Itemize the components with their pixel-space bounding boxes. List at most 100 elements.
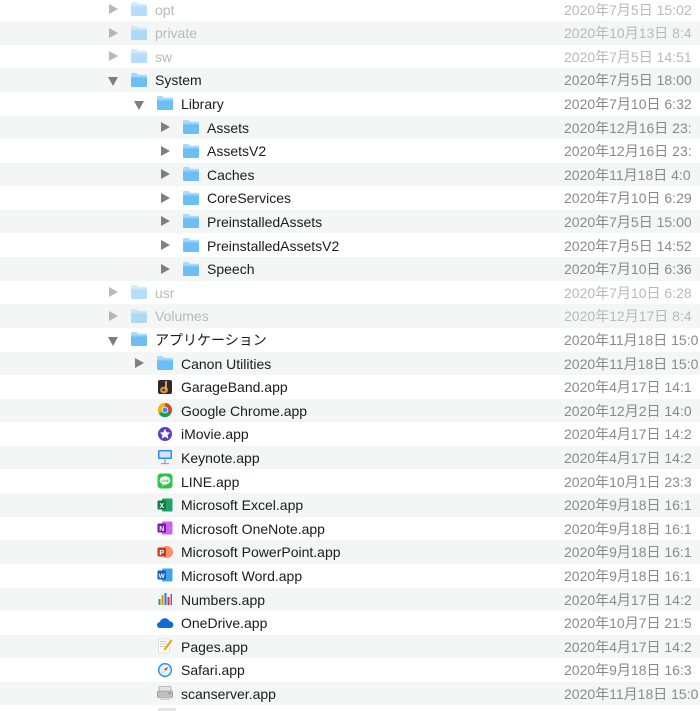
- modified-date: 2020年12月17日 8:4: [564, 308, 692, 325]
- folder-icon: [182, 143, 200, 159]
- file-row[interactable]: Keynote.app 2020年4月17日 14:2: [0, 445, 700, 470]
- folder-icon: [182, 119, 200, 135]
- file-row[interactable]: CoreServices 2020年7月10日 6:29: [0, 186, 700, 210]
- modified-date: 2020年7月10日 6:29: [564, 190, 692, 207]
- disclosure-triangle-closed-icon[interactable]: [109, 27, 118, 38]
- modified-date: 2020年11月18日 15:0: [564, 685, 699, 702]
- file-row[interactable]: Caches 2020年11月18日 4:0: [0, 162, 700, 187]
- modified-date: 2020年10月1日 23:3: [564, 473, 692, 490]
- file-row[interactable]: Assets 2020年12月16日 23:: [0, 115, 700, 140]
- file-row[interactable]: Library 2020年7月10日 6:32: [0, 92, 700, 116]
- file-row[interactable]: private 2020年10月13日 8:4: [0, 21, 700, 45]
- file-name: Assets: [207, 119, 250, 136]
- modified-date: 2020年9月18日 16:1: [564, 544, 692, 561]
- file-name: アプリケーション: [155, 331, 267, 348]
- modified-date: 2020年7月5日 18:00: [564, 72, 692, 89]
- modified-date: 2020年7月5日 15:00: [564, 213, 692, 230]
- file-name: private: [155, 25, 198, 42]
- disclosure-triangle-closed-icon[interactable]: [109, 51, 118, 62]
- file-row[interactable]: Numbers.app 2020年4月17日 14:2: [0, 587, 700, 612]
- file-name: Caches: [207, 166, 255, 183]
- word-icon: W: [156, 567, 174, 583]
- modified-date: 2020年7月5日 14:52: [564, 237, 692, 254]
- file-name: usr: [155, 284, 175, 301]
- file-name: Volumes: [155, 308, 209, 325]
- file-row[interactable]: usr 2020年7月10日 6:28: [0, 281, 700, 305]
- modified-date: 2020年4月17日 14:2: [564, 591, 692, 608]
- disclosure-triangle-closed-icon[interactable]: [161, 216, 170, 227]
- file-row[interactable]: PreinstalledAssetsV2 2020年7月5日 14:52: [0, 234, 700, 258]
- file-row[interactable]: Pages.app 2020年4月17日 14:2: [0, 634, 700, 659]
- disclosure-triangle-closed-icon[interactable]: [109, 4, 118, 14]
- file-row[interactable]: W Microsoft Word.app 2020年9月18日 16:1: [0, 564, 700, 588]
- file-name: Keynote.app: [181, 449, 260, 466]
- excel-icon: X: [156, 497, 174, 513]
- file-name: CoreServices: [207, 190, 292, 207]
- file-name: GarageBand.app: [181, 379, 288, 396]
- modified-date: 2020年9月18日 16:1: [564, 520, 692, 537]
- file-row[interactable]: LINE LINE.app 2020年10月1日 23:3: [0, 470, 700, 494]
- file-row[interactable]: Safari.app 2020年9月18日 16:3: [0, 658, 700, 682]
- disclosure-triangle-closed-icon[interactable]: [161, 122, 170, 132]
- folder-icon: [156, 95, 174, 111]
- file-name: PreinstalledAssets: [207, 213, 323, 230]
- file-name: System: [155, 72, 202, 89]
- file-row[interactable]: scanserver.app 2020年11月18日 15:0: [0, 681, 700, 706]
- modified-date: 2020年7月5日 14:51: [564, 48, 692, 65]
- file-name: Speech: [207, 261, 255, 278]
- modified-date: 2020年4月17日 14:2: [564, 449, 692, 466]
- disclosure-triangle-closed-icon[interactable]: [135, 358, 144, 368]
- file-row[interactable]: Speech 2020年7月10日 6:36: [0, 257, 700, 281]
- file-row[interactable]: PreinstalledAssets 2020年7月5日 15:00: [0, 209, 700, 234]
- folder-icon: [182, 190, 200, 206]
- file-name: Microsoft OneNote.app: [181, 520, 325, 537]
- file-row[interactable]: X Microsoft Excel.app 2020年9月18日 16:1: [0, 493, 700, 517]
- file-row[interactable]: Canon Utilities 2020年11月18日 15:0: [0, 351, 700, 376]
- safari-icon: [156, 662, 174, 678]
- modified-date: 2020年10月13日 8:4: [564, 25, 692, 42]
- disclosure-triangle-closed-icon[interactable]: [161, 169, 170, 180]
- disclosure-triangle-closed-icon[interactable]: [161, 263, 170, 274]
- file-name: Pages.app: [181, 638, 248, 655]
- modified-date: 2020年7月10日 6:36: [564, 261, 692, 278]
- file-name: OneDrive.app: [181, 615, 268, 632]
- disclosure-triangle-open-icon[interactable]: [108, 77, 118, 87]
- modified-date: 2020年4月17日 14:2: [564, 638, 692, 655]
- garageband-icon: [156, 379, 174, 395]
- disclosure-triangle-closed-icon[interactable]: [161, 240, 170, 250]
- modified-date: 2020年4月17日 14:1: [564, 379, 692, 396]
- chrome-icon: [156, 402, 174, 418]
- modified-date: 2020年11月18日 15:0: [564, 331, 699, 348]
- folder-icon: [130, 1, 148, 17]
- disclosure-triangle-closed-icon[interactable]: [109, 287, 118, 298]
- disclosure-triangle-closed-icon[interactable]: [161, 192, 170, 203]
- disclosure-triangle-open-icon[interactable]: [134, 100, 144, 110]
- file-name: Numbers.app: [181, 591, 266, 608]
- file-row[interactable]: Volumes 2020年12月17日 8:4: [0, 304, 700, 328]
- file-name: Microsoft PowerPoint.app: [181, 544, 341, 561]
- file-row[interactable]: System 2020年7月5日 18:00: [0, 68, 700, 92]
- modified-date: 2020年12月16日 23:: [564, 119, 692, 136]
- disclosure-triangle-closed-icon[interactable]: [109, 310, 118, 321]
- disclosure-triangle-closed-icon[interactable]: [161, 145, 170, 156]
- file-row[interactable]: opt 2020年7月5日 15:02: [0, 0, 700, 21]
- svg-text:X: X: [159, 502, 164, 509]
- folder-icon: [130, 72, 148, 88]
- file-row[interactable]: sw 2020年7月5日 14:51: [0, 45, 700, 69]
- folder-icon: [130, 25, 148, 41]
- file-row[interactable]: GarageBand.app 2020年4月17日 14:1: [0, 375, 700, 399]
- file-row[interactable]: アプリケーション 2020年11月18日 15:0: [0, 328, 700, 352]
- modified-date: 2020年9月18日 16:3: [564, 662, 692, 679]
- file-row[interactable]: AssetsV2 2020年12月16日 23:: [0, 139, 700, 163]
- disclosure-triangle-open-icon[interactable]: [108, 336, 118, 346]
- file-name: Canon Utilities: [181, 355, 272, 372]
- file-row[interactable]: P Microsoft PowerPoint.app 2020年9月18日 16:1: [0, 540, 700, 564]
- file-row[interactable]: OneDrive.app 2020年10月7日 21:5: [0, 611, 700, 635]
- line-icon: LINE: [156, 473, 174, 489]
- file-row[interactable]: iMovie.app 2020年4月17日 14:2: [0, 422, 700, 446]
- pages-icon: [156, 638, 174, 654]
- file-row[interactable]: Google Chrome.app 2020年12月2日 14:0: [0, 398, 700, 423]
- modified-date: 2020年7月5日 15:02: [564, 1, 692, 18]
- file-name: iMovie.app: [181, 426, 249, 443]
- file-row[interactable]: N Microsoft OneNote.app 2020年9月18日 16:1: [0, 517, 700, 541]
